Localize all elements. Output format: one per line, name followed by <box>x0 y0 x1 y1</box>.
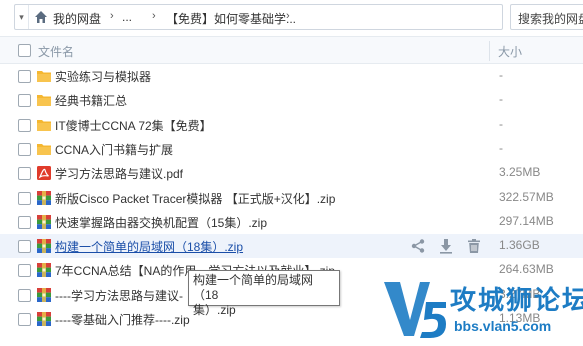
chevron-right-icon: › <box>110 10 114 22</box>
file-name[interactable]: 实验练习与模拟器 <box>55 68 151 85</box>
file-size: - <box>499 68 503 82</box>
row-checkbox[interactable] <box>18 167 31 181</box>
folder-icon[interactable] <box>36 92 52 108</box>
zip-icon[interactable] <box>36 190 52 206</box>
file-name[interactable]: 经典书籍汇总 <box>55 92 127 109</box>
row-checkbox[interactable] <box>18 94 31 108</box>
breadcrumb-ellipsis[interactable]: ... <box>122 10 132 24</box>
file-name[interactable]: CCNA入门书籍与扩展 <box>55 141 173 158</box>
column-divider[interactable] <box>489 41 490 61</box>
file-name[interactable]: 构建一个简单的局域网（18集）.zip <box>55 238 243 255</box>
share-icon[interactable] <box>410 238 426 254</box>
file-row[interactable]: 学习方法思路与建议.pdf 3.25MB <box>0 161 583 185</box>
file-name[interactable]: IT傻博士CCNA 72集【免费】 <box>55 117 212 134</box>
file-row[interactable]: IT傻博士CCNA 72集【免费】 - <box>0 113 583 137</box>
file-size: 3.25MB <box>499 165 541 180</box>
file-row[interactable]: 构建一个简单的局域网（18集）.zip 1.36GB <box>0 234 583 259</box>
search-input[interactable]: 搜索我的网盘 <box>510 4 583 30</box>
file-name[interactable]: 快速掌握路由器交换机配置（15集）.zip <box>55 214 267 231</box>
search-placeholder: 搜索我的网盘 <box>518 12 583 26</box>
select-all-checkbox[interactable] <box>18 44 31 57</box>
breadcrumb-dropdown-icon[interactable]: ▾ <box>15 5 29 29</box>
tooltip-line: 构建一个简单的局域网（18 <box>193 273 314 302</box>
file-name[interactable]: ----零基础入门推荐----.zip <box>55 311 190 328</box>
folder-icon[interactable] <box>36 117 52 133</box>
row-checkbox[interactable] <box>18 70 31 83</box>
zip-icon[interactable] <box>36 287 52 303</box>
breadcrumb: ▾ 我的网盘 › ... › 【免费】如何零基础学... › <box>14 4 503 30</box>
tooltip-line: 集）.zip <box>193 303 236 317</box>
file-name[interactable]: 新版Cisco Packet Tracer模拟器 【正式版+汉化】.zip <box>55 190 335 207</box>
row-checkbox[interactable] <box>18 118 31 132</box>
chevron-right-icon: › <box>286 10 290 22</box>
file-row[interactable]: 经典书籍汇总 - <box>0 88 583 112</box>
home-icon[interactable] <box>34 10 48 24</box>
row-checkbox[interactable] <box>18 215 31 229</box>
trash-icon[interactable] <box>466 238 482 254</box>
pdf-icon[interactable] <box>36 165 52 181</box>
file-size: 297.14MB <box>499 213 554 228</box>
file-size: - <box>499 92 503 107</box>
file-name[interactable]: ----学习方法思路与建议- <box>55 287 183 304</box>
breadcrumb-current[interactable]: 【免费】如何零基础学... <box>166 10 296 27</box>
column-header-size[interactable]: 大小 <box>498 43 522 60</box>
file-size: 1.36GB <box>499 238 540 253</box>
row-checkbox[interactable] <box>18 191 31 205</box>
top-bar: ▾ 我的网盘 › ... › 【免费】如何零基础学... › 搜索我的网盘 <box>0 0 583 34</box>
file-row[interactable]: 实验练习与模拟器 - <box>0 64 583 88</box>
watermark-title: 攻城狮论坛 <box>450 285 583 315</box>
file-size: - <box>499 116 503 131</box>
filename-tooltip: 构建一个简单的局域网（18 集）.zip <box>188 270 340 317</box>
file-row[interactable]: 快速掌握路由器交换机配置（15集）.zip 297.14MB <box>0 210 583 234</box>
file-name[interactable]: 学习方法思路与建议.pdf <box>55 165 183 182</box>
chevron-right-icon: › <box>152 10 156 22</box>
file-list-header: 文件名 大小 <box>0 36 583 64</box>
row-checkbox[interactable] <box>18 288 31 302</box>
row-checkbox[interactable] <box>18 240 31 254</box>
watermark-url: bbs.vlan5.com <box>454 318 552 334</box>
breadcrumb-root[interactable]: 我的网盘 <box>53 10 101 27</box>
v5-logo-icon <box>384 282 446 338</box>
row-checkbox[interactable] <box>18 142 31 156</box>
file-row[interactable]: 新版Cisco Packet Tracer模拟器 【正式版+汉化】.zip 322… <box>0 186 583 210</box>
download-icon[interactable] <box>438 238 454 254</box>
row-checkbox[interactable] <box>18 313 31 326</box>
zip-icon[interactable] <box>36 238 52 254</box>
column-header-name[interactable]: 文件名 <box>38 43 74 60</box>
watermark: 攻城狮论坛 bbs.vlan5.com <box>380 274 583 346</box>
row-checkbox[interactable] <box>18 264 31 278</box>
zip-icon[interactable] <box>36 214 52 230</box>
folder-icon[interactable] <box>36 68 52 84</box>
zip-icon[interactable] <box>36 262 52 278</box>
file-row[interactable]: CCNA入门书籍与扩展 - <box>0 137 583 161</box>
folder-icon[interactable] <box>36 141 52 157</box>
file-size: - <box>499 140 503 155</box>
zip-icon[interactable] <box>36 311 52 327</box>
file-size: 322.57MB <box>499 189 554 204</box>
